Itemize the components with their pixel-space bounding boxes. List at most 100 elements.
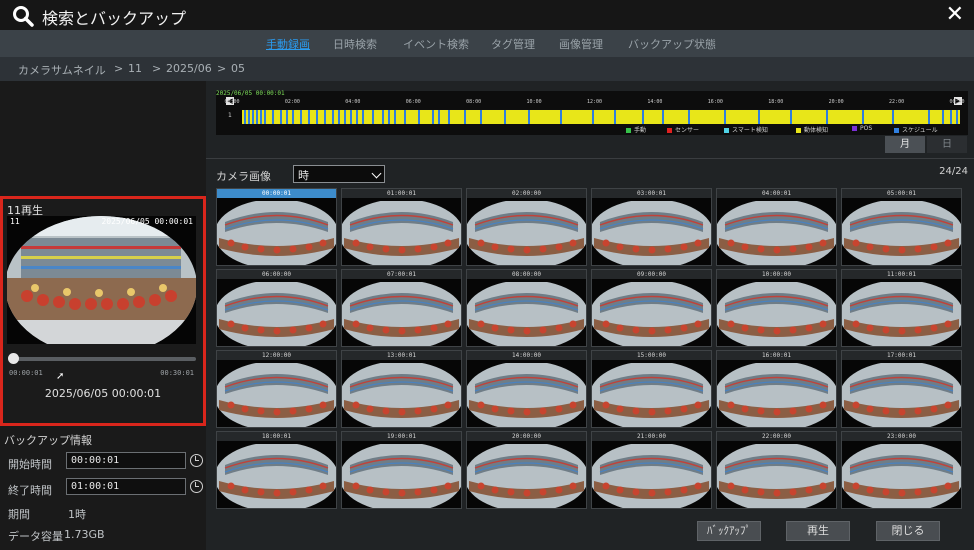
- schedule-recording-segment: [928, 110, 930, 124]
- legend-sensor: センサー: [667, 125, 699, 134]
- schedule-recording-segment: [662, 110, 664, 124]
- schedule-recording-segment: [826, 110, 828, 124]
- schedule-recording-segment: [244, 110, 246, 124]
- schedule-recording-segment: [448, 110, 450, 124]
- tab-backup-status[interactable]: バックアップ状態: [628, 36, 716, 52]
- camera-thumbnail[interactable]: 14:00:00: [466, 350, 587, 428]
- schedule-recording-segment: [292, 110, 294, 124]
- camera-thumbnail[interactable]: 12:00:00: [216, 350, 337, 428]
- camera-thumbnail[interactable]: 08:00:00: [466, 269, 587, 347]
- breadcrumb: カメラサムネイル > 11 > 2025/06 > 05: [0, 57, 974, 81]
- schedule-recording-segment: [724, 110, 726, 124]
- tab-event-search[interactable]: イベント検索: [403, 36, 469, 52]
- fisheye-thumbnail-image: [467, 441, 586, 508]
- schedule-recording-segment: [438, 110, 440, 124]
- schedule-recording-segment: [388, 110, 390, 124]
- camera-thumbnail[interactable]: 03:00:01: [591, 188, 712, 266]
- schedule-recording-segment: [338, 110, 340, 124]
- legend-swatch: [894, 128, 899, 133]
- day-view-button[interactable]: 日: [927, 136, 967, 153]
- schedule-recording-segment: [264, 110, 266, 124]
- end-time-input[interactable]: 01:00:01: [66, 478, 186, 495]
- fisheye-thumbnail-image: [842, 198, 961, 265]
- camera-thumbnail[interactable]: 23:00:00: [841, 431, 962, 509]
- schedule-recording-segment: [344, 110, 346, 124]
- chevron-down-icon: [371, 168, 382, 179]
- motion-recording-segment: [242, 110, 960, 124]
- divider: [206, 158, 974, 159]
- schedule-recording-segment: [272, 110, 274, 124]
- camera-thumbnail[interactable]: 17:00:01: [841, 350, 962, 428]
- legend-manual: 手動: [626, 125, 646, 134]
- schedule-recording-segment: [300, 110, 302, 124]
- slider-handle[interactable]: [8, 353, 19, 364]
- fisheye-thumbnail-image: [717, 360, 836, 427]
- fisheye-thumbnail-image: [467, 360, 586, 427]
- fisheye-thumbnail-image: [717, 279, 836, 346]
- thumbnail-time-label: 09:00:00: [592, 270, 711, 279]
- camera-thumbnail[interactable]: 02:00:00: [466, 188, 587, 266]
- camera-thumbnail[interactable]: 10:00:00: [716, 269, 837, 347]
- schedule-recording-segment: [356, 110, 358, 124]
- schedule-recording-segment: [308, 110, 310, 124]
- title-bar: 検索とバックアップ ✕: [0, 0, 974, 30]
- tab-manual-record[interactable]: 手動録画: [266, 36, 310, 52]
- legend-swatch: [796, 128, 801, 133]
- legend-swatch: [724, 128, 729, 133]
- close-icon[interactable]: ✕: [946, 3, 964, 27]
- tab-tag-management[interactable]: タグ管理: [491, 36, 535, 52]
- breadcrumb-day: 05: [231, 62, 245, 75]
- camera-thumbnail[interactable]: 01:00:01: [341, 188, 462, 266]
- close-button[interactable]: 閉じる: [876, 521, 940, 541]
- fisheye-thumbnail-image: [592, 279, 711, 346]
- timeline-bar[interactable]: [242, 109, 960, 124]
- breadcrumb-camera-thumbnail[interactable]: カメラサムネイル: [18, 62, 106, 78]
- period-value: 1時: [68, 508, 86, 521]
- camera-thumbnail[interactable]: 13:00:01: [341, 350, 462, 428]
- fisheye-thumbnail-image: [217, 441, 336, 508]
- tab-date-search[interactable]: 日時検索: [333, 36, 377, 52]
- interval-select[interactable]: 時: [293, 165, 385, 183]
- backup-button[interactable]: ﾊﾞｯｸｱｯﾌﾟ: [697, 521, 761, 541]
- thumbnail-time-label: 14:00:00: [467, 351, 586, 360]
- playback-video[interactable]: 11 2025/06/05 00:00:01: [7, 216, 196, 344]
- camera-thumbnail[interactable]: 06:00:00: [216, 269, 337, 347]
- timeline-tick-label: 02:00: [284, 99, 300, 105]
- camera-thumbnail[interactable]: 00:00:01: [216, 188, 337, 266]
- schedule-recording-segment: [372, 110, 374, 124]
- camera-thumbnail[interactable]: 21:00:00: [591, 431, 712, 509]
- camera-thumbnail[interactable]: 05:00:01: [841, 188, 962, 266]
- thumbnail-time-label: 15:00:00: [592, 351, 711, 360]
- schedule-recording-segment: [688, 110, 690, 124]
- breadcrumb-channel[interactable]: 11: [128, 62, 142, 75]
- camera-thumbnail[interactable]: 19:00:01: [341, 431, 462, 509]
- backup-info-title: バックアップ情報: [4, 434, 92, 447]
- schedule-recording-segment: [394, 110, 396, 124]
- camera-thumbnail[interactable]: 16:00:01: [716, 350, 837, 428]
- end-time-clock-icon[interactable]: [190, 480, 203, 493]
- breadcrumb-month[interactable]: 2025/06: [166, 62, 212, 75]
- month-view-button[interactable]: 月: [885, 136, 925, 153]
- play-button[interactable]: 再生: [786, 521, 850, 541]
- camera-thumbnail[interactable]: 22:00:00: [716, 431, 837, 509]
- start-time-clock-icon[interactable]: [190, 454, 203, 467]
- tab-image-management[interactable]: 画像管理: [559, 36, 603, 52]
- camera-thumbnail[interactable]: 11:00:01: [841, 269, 962, 347]
- camera-thumbnail[interactable]: 04:00:01: [716, 188, 837, 266]
- playback-slider[interactable]: [8, 353, 196, 364]
- camera-thumbnail[interactable]: 20:00:00: [466, 431, 587, 509]
- camera-thumbnail[interactable]: 18:00:01: [216, 431, 337, 509]
- schedule-recording-segment: [614, 110, 616, 124]
- schedule-recording-segment: [280, 110, 282, 124]
- schedule-recording-segment: [324, 110, 326, 124]
- timeline-tick-label: 00:00: [949, 99, 965, 105]
- start-time-input[interactable]: 00:00:01: [66, 452, 186, 469]
- timeline: 2025/06/05 00:00:01 ◀ ▶ 00:00 02:00 04:00 0…: [216, 90, 968, 135]
- thumbnail-time-label: 00:00:01: [217, 189, 336, 198]
- camera-thumbnail[interactable]: 09:00:00: [591, 269, 712, 347]
- camera-thumbnail[interactable]: 07:00:01: [341, 269, 462, 347]
- timeline-tick-label: 18:00: [768, 99, 784, 105]
- camera-thumbnail[interactable]: 15:00:00: [591, 350, 712, 428]
- timeline-tick-label: 16:00: [707, 99, 723, 105]
- fisheye-thumbnail-image: [592, 360, 711, 427]
